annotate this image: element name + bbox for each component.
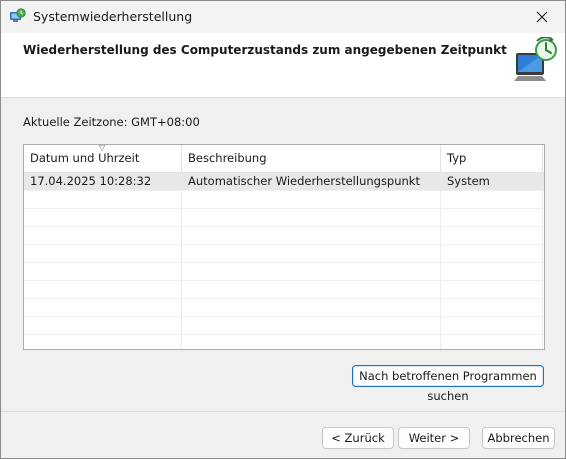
- empty-row: [24, 335, 544, 349]
- empty-row: [24, 227, 544, 245]
- close-icon: [536, 11, 548, 23]
- wizard-header: Wiederherstellung des Computerzustands z…: [1, 33, 565, 98]
- close-button[interactable]: [519, 1, 565, 33]
- footer-divider: [1, 411, 565, 412]
- cell-date: 17.04.2025 10:28:32: [30, 174, 152, 188]
- cell-description: Automatischer Wiederherstellungspunkt: [188, 174, 420, 188]
- column-header-date-label: Datum und Uhrzeit: [30, 151, 140, 165]
- window-title: Systemwiederherstellung: [33, 9, 193, 24]
- column-header-date[interactable]: ▽ Datum und Uhrzeit: [24, 145, 182, 172]
- empty-row: [24, 263, 544, 281]
- back-button[interactable]: < Zurück: [322, 427, 394, 449]
- empty-row: [24, 281, 544, 299]
- computer-restore-clock-icon: [514, 37, 557, 81]
- empty-row: [24, 245, 544, 263]
- sort-indicator-icon: ▽: [99, 144, 106, 152]
- table-header: ▽ Datum und Uhrzeit Beschreibung Typ: [24, 145, 544, 173]
- scan-affected-programs-button[interactable]: Nach betroffenen Programmen suchen: [352, 365, 544, 403]
- empty-row: [24, 317, 544, 335]
- column-header-description[interactable]: Beschreibung: [182, 145, 441, 172]
- next-button[interactable]: Weiter >: [398, 427, 470, 449]
- cancel-button[interactable]: Abbrechen: [482, 427, 555, 449]
- table-row[interactable]: 17.04.2025 10:28:32 Automatischer Wieder…: [24, 173, 544, 191]
- empty-row: [24, 299, 544, 317]
- system-restore-window: Systemwiederherstellung Wiederherstellun…: [0, 0, 566, 459]
- restore-points-table[interactable]: ▽ Datum und Uhrzeit Beschreibung Typ 17.…: [23, 144, 545, 350]
- cell-type: System: [447, 174, 490, 188]
- header-title: Wiederherstellung des Computerzustands z…: [23, 43, 507, 57]
- column-header-type[interactable]: Typ: [441, 145, 543, 172]
- empty-row: [24, 209, 544, 227]
- title-bar: Systemwiederherstellung: [1, 1, 565, 33]
- current-timezone-label: Aktuelle Zeitzone: GMT+08:00: [23, 115, 200, 129]
- empty-row: [24, 191, 544, 209]
- system-restore-icon: [10, 8, 26, 22]
